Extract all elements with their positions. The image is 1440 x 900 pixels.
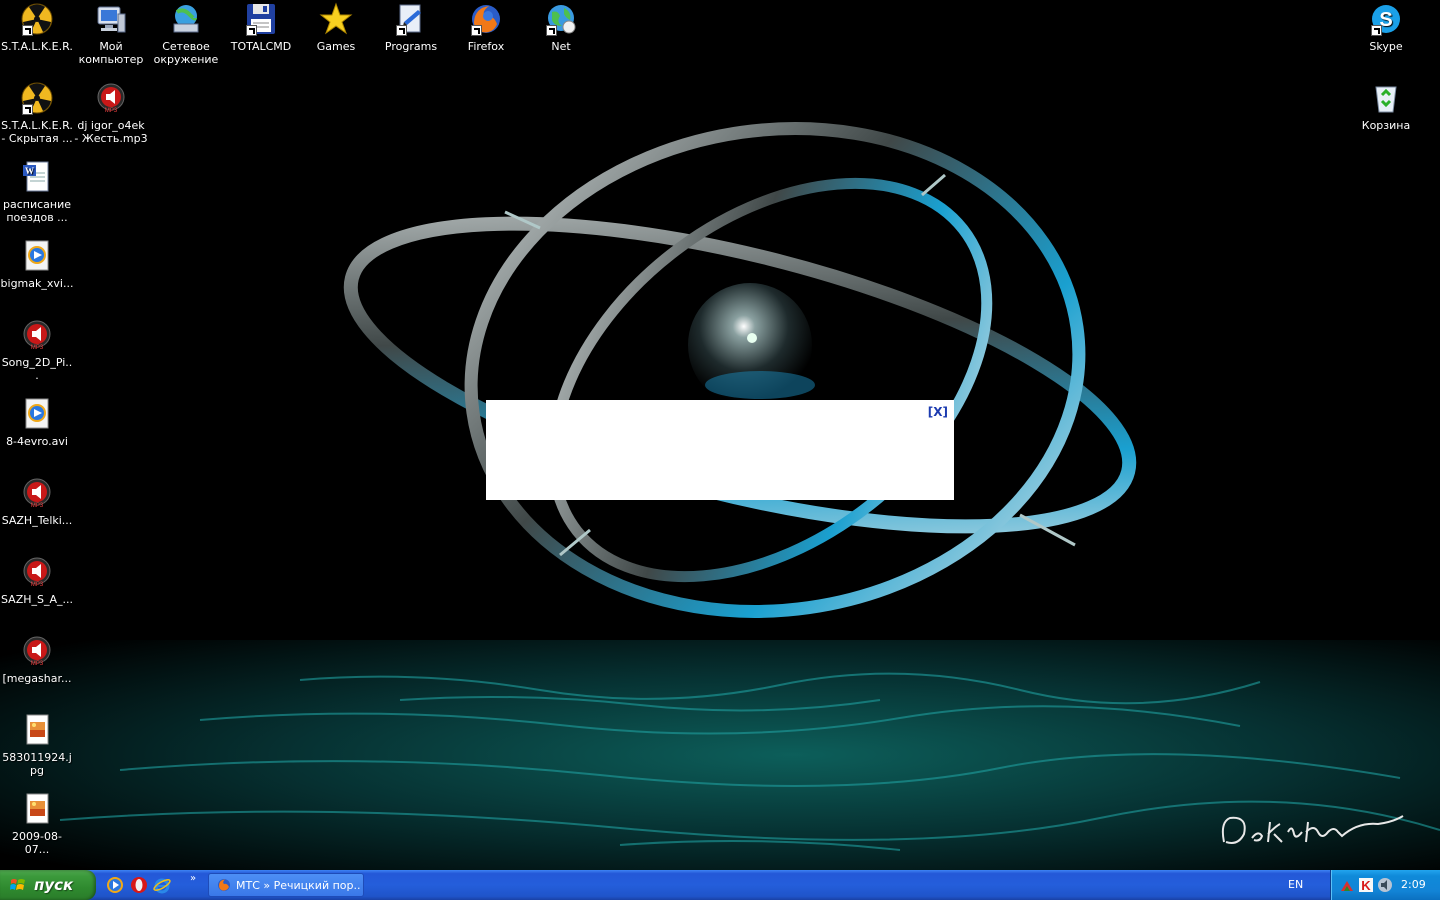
mp3-icon: MP3 bbox=[94, 81, 128, 115]
word-doc-icon: W bbox=[20, 160, 54, 194]
svg-text:K: K bbox=[1361, 878, 1371, 893]
wallpaper-signature bbox=[1221, 815, 1404, 844]
icon-label: расписание поездов ... bbox=[2, 198, 71, 224]
icon-label: Сетевое окружение bbox=[153, 40, 219, 66]
radiation-icon bbox=[20, 2, 54, 36]
star-icon bbox=[319, 2, 353, 36]
taskbar-window-button[interactable]: МТС » Речицкий пор... bbox=[208, 873, 364, 897]
system-tray: K 2:09 bbox=[1330, 870, 1440, 900]
icon-label: S.T.A.L.K.E.R. bbox=[1, 40, 73, 53]
start-label: пуск bbox=[34, 876, 74, 894]
desktop-icon-my-computer[interactable]: Мой компьютер bbox=[74, 2, 148, 66]
desktop-icon-song2d[interactable]: MP3 Song_2D_Pi... bbox=[0, 318, 74, 382]
mp3-icon: MP3 bbox=[20, 476, 54, 510]
desktop-icon-games[interactable]: Games bbox=[299, 2, 373, 53]
icon-label: SAZH_Telki... bbox=[1, 514, 73, 527]
desktop-icon-dj-mp3[interactable]: MP3 dj igor_o4ek - Жесть.mp3 bbox=[74, 81, 148, 145]
desktop-icon-network[interactable]: Сетевое окружение bbox=[149, 2, 223, 66]
taskbar: пуск » МТС » Речицкий пор... EN K 2:09 bbox=[0, 870, 1440, 900]
mp3-icon: MP3 bbox=[20, 318, 54, 352]
recycle-bin-icon bbox=[1369, 81, 1403, 115]
start-button[interactable]: пуск bbox=[0, 870, 96, 900]
desktop[interactable]: S.T.A.L.K.E.R. Мой компьютер Сетевое окр… bbox=[0, 0, 1440, 870]
ie-quick-icon[interactable] bbox=[153, 876, 171, 894]
network-icon bbox=[169, 2, 203, 36]
desktop-icon-jpg-2009-08-07[interactable]: 2009-08-07... bbox=[0, 792, 74, 856]
media-player-quick-icon[interactable] bbox=[106, 876, 124, 894]
icon-label: bigmak_xvi... bbox=[0, 277, 74, 290]
desktop-icon-sazh-s-a[interactable]: MP3 SAZH_S_A_... bbox=[0, 555, 74, 606]
icon-label: Programs bbox=[384, 40, 438, 53]
desktop-icon-firefox[interactable]: Firefox bbox=[449, 2, 523, 53]
icon-label: Мой компьютер bbox=[78, 40, 144, 66]
svg-text:MP3: MP3 bbox=[105, 108, 118, 114]
computer-icon bbox=[94, 2, 128, 36]
document-pen-icon bbox=[394, 2, 428, 36]
mp3-icon: MP3 bbox=[20, 634, 54, 668]
desktop-icon-schedule-doc[interactable]: W расписание поездов ... bbox=[0, 160, 74, 224]
desktop-icon-jpg-583011924[interactable]: 583011924.jpg bbox=[0, 713, 74, 777]
desktop-icon-net[interactable]: Net bbox=[524, 2, 598, 53]
media-player-icon bbox=[20, 397, 54, 431]
desktop-icon-sazh-telki[interactable]: MP3 SAZH_Telki... bbox=[0, 476, 74, 527]
icon-label: Корзина bbox=[1361, 119, 1411, 132]
clock: 2:09 bbox=[1401, 878, 1426, 891]
icon-label: dj igor_o4ek - Жесть.mp3 bbox=[74, 119, 148, 145]
icon-label: S.T.A.L.K.E.R. - Скрытая ... bbox=[1, 119, 73, 145]
desktop-icon-stalker-2[interactable]: S.T.A.L.K.E.R. - Скрытая ... bbox=[0, 81, 74, 145]
desktop-icon-recycle-bin[interactable]: Корзина bbox=[1349, 81, 1423, 132]
icon-label: TOTALCMD bbox=[230, 40, 292, 53]
skype-icon: S bbox=[1369, 2, 1403, 36]
icon-label: 8-4evro.avi bbox=[6, 435, 68, 448]
svg-text:W: W bbox=[25, 166, 34, 176]
icon-label: 583011924.jpg bbox=[2, 751, 72, 777]
windows-logo-icon bbox=[10, 879, 25, 890]
taskbar-window-label: МТС » Речицкий пор... bbox=[236, 879, 360, 892]
speaker-tray-icon[interactable] bbox=[1377, 877, 1393, 893]
quick-launch-chevron-icon[interactable]: » bbox=[190, 873, 196, 884]
icon-label: SAZH_S_A_... bbox=[0, 593, 73, 606]
svg-text:MP3: MP3 bbox=[31, 503, 44, 509]
svg-text:MP3: MP3 bbox=[31, 582, 44, 588]
icon-label: Games bbox=[316, 40, 356, 53]
language-indicator[interactable]: EN bbox=[1288, 878, 1303, 891]
desktop-icon-stalker[interactable]: S.T.A.L.K.E.R. bbox=[0, 2, 74, 53]
popup-overlay: [X] bbox=[486, 400, 954, 500]
desktop-icon-evro-avi[interactable]: 8-4evro.avi bbox=[0, 397, 74, 448]
svg-text:MP3: MP3 bbox=[31, 345, 44, 351]
mp3-icon: MP3 bbox=[20, 555, 54, 589]
desktop-icon-totalcmd[interactable]: TOTALCMD bbox=[224, 2, 298, 53]
svg-text:MP3: MP3 bbox=[31, 661, 44, 667]
icon-label: 2009-08-07... bbox=[12, 830, 62, 856]
desktop-icon-programs[interactable]: Programs bbox=[374, 2, 448, 53]
image-file-icon bbox=[20, 792, 54, 826]
desktop-icon-bigmak[interactable]: bigmak_xvi... bbox=[0, 239, 74, 290]
firefox-icon bbox=[469, 2, 503, 36]
desktop-icon-megashar[interactable]: MP3 [megashar... bbox=[0, 634, 74, 685]
icon-label: Firefox bbox=[467, 40, 505, 53]
network-tray-icon[interactable] bbox=[1339, 877, 1355, 893]
kaspersky-tray-icon[interactable]: K bbox=[1358, 877, 1374, 893]
popup-close-button[interactable]: [X] bbox=[928, 405, 948, 419]
firefox-icon bbox=[218, 879, 230, 891]
icon-label: [megashar... bbox=[2, 672, 72, 685]
globe-icon bbox=[544, 2, 578, 36]
radiation-icon bbox=[20, 81, 54, 115]
desktop-icon-skype[interactable]: S Skype bbox=[1349, 2, 1423, 53]
icon-label: Net bbox=[551, 40, 571, 53]
opera-quick-icon[interactable] bbox=[130, 876, 148, 894]
icon-label: Song_2D_Pi... bbox=[1, 356, 73, 382]
icon-label: Skype bbox=[1369, 40, 1403, 53]
floppy-icon bbox=[244, 2, 278, 36]
media-player-icon bbox=[20, 239, 54, 273]
image-file-icon bbox=[20, 713, 54, 747]
